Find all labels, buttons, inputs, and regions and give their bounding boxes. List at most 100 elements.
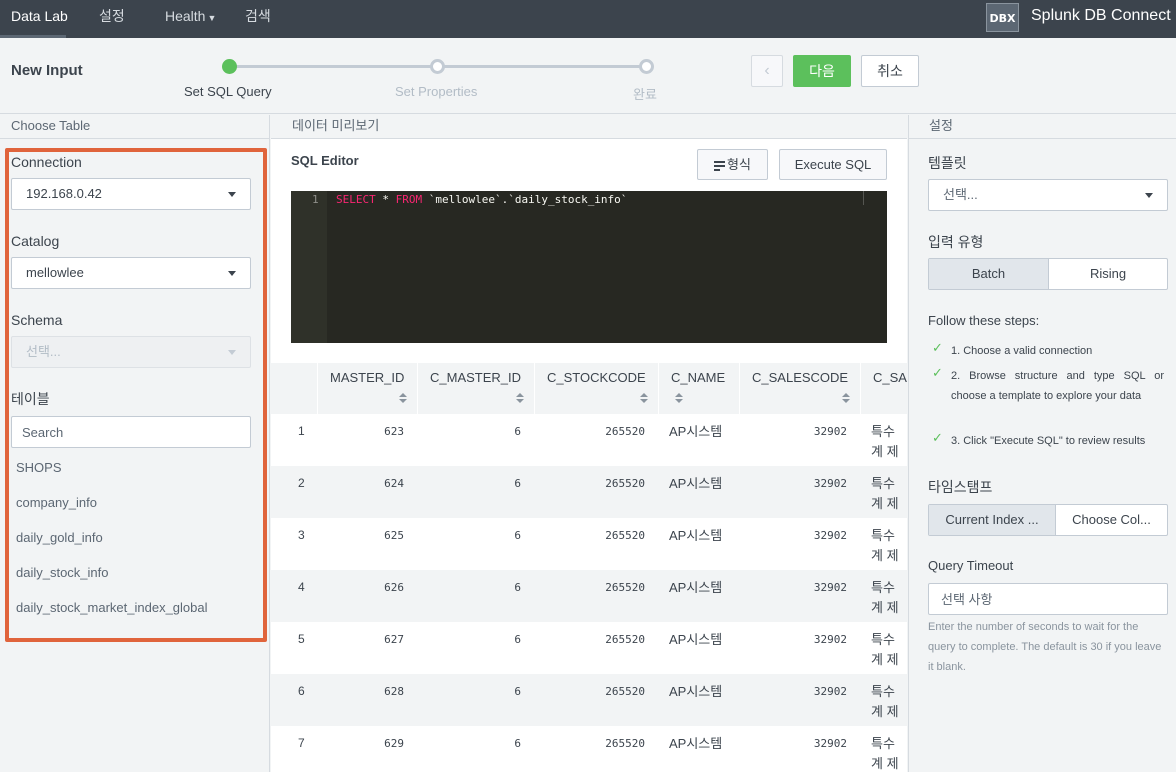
cell-name: AP시스템 bbox=[669, 528, 723, 543]
cell-sa-line: 특수 bbox=[871, 580, 895, 595]
step-connector bbox=[444, 65, 646, 68]
sql-code-editor[interactable]: 1 SELECT * FROM `mellowlee`.`daily_stock… bbox=[291, 191, 887, 343]
cell-c-master-id: 6 bbox=[514, 633, 521, 646]
column-header[interactable]: C_SA bbox=[860, 363, 907, 414]
table-row: 1 623 6 265520 AP시스템 32902 특수 계 제 bbox=[271, 414, 907, 466]
row-number: 4 bbox=[298, 580, 305, 594]
column-header-label: C_SA bbox=[873, 370, 907, 385]
caret-down-icon bbox=[228, 192, 236, 197]
rising-option[interactable]: Rising bbox=[1048, 259, 1167, 289]
cell-sa: 특수 계 제 bbox=[871, 578, 899, 618]
caret-down-icon bbox=[228, 271, 236, 276]
cell-sa-line: 특수 bbox=[871, 476, 895, 491]
cancel-button[interactable]: 취소 bbox=[861, 55, 919, 87]
execute-sql-button[interactable]: Execute SQL bbox=[779, 149, 887, 180]
nav-search[interactable]: 검색 bbox=[245, 0, 271, 38]
cell-salescode: 32902 bbox=[813, 633, 847, 646]
sql-editor-title: SQL Editor bbox=[291, 153, 359, 168]
cell-stockcode: 265520 bbox=[605, 685, 645, 698]
table-row: 6 628 6 265520 AP시스템 32902 특수 계 제 bbox=[271, 674, 907, 726]
next-button[interactable]: 다음 bbox=[793, 55, 851, 87]
format-button[interactable]: 형식 bbox=[697, 149, 768, 180]
cell-stockcode: 265520 bbox=[605, 529, 645, 542]
current-index-option[interactable]: Current Index ... bbox=[929, 505, 1055, 535]
cell-salescode: 32902 bbox=[813, 477, 847, 490]
row-number: 5 bbox=[298, 632, 305, 646]
schema-label: Schema bbox=[11, 312, 63, 328]
check-icon: ✓ bbox=[932, 365, 943, 380]
table-row: 7 629 6 265520 AP시스템 32902 특수 계 제 bbox=[271, 726, 907, 772]
nav-health[interactable]: Health ▼ bbox=[165, 0, 216, 38]
step-item: ✓ 3. Click "Execute SQL" to review resul… bbox=[932, 430, 1168, 451]
template-value: 선택... bbox=[943, 187, 978, 202]
sql-keyword: SELECT bbox=[336, 193, 376, 206]
step-text: 2. Browse structure and type SQL or choo… bbox=[951, 370, 1164, 402]
cell-stockcode: 265520 bbox=[605, 581, 645, 594]
table-row: 2 624 6 265520 AP시스템 32902 특수 계 제 bbox=[271, 466, 907, 518]
print-margin bbox=[863, 191, 864, 205]
column-header-label: C_NAME bbox=[671, 370, 726, 385]
table-search-input[interactable] bbox=[11, 416, 251, 448]
column-header[interactable]: C_SALESCODE bbox=[739, 363, 860, 414]
step-text: 1. Choose a valid connection bbox=[951, 345, 1093, 357]
cell-stockcode: 265520 bbox=[605, 633, 645, 646]
cell-sa-line: 특수 bbox=[871, 632, 895, 647]
cell-master-id: 626 bbox=[384, 581, 404, 594]
cell-sa: 특수 계 제 bbox=[871, 630, 899, 670]
table-item[interactable]: daily_stock_market_index_global bbox=[16, 600, 208, 615]
table-row: 5 627 6 265520 AP시스템 32902 특수 계 제 bbox=[271, 622, 907, 674]
query-timeout-label: Query Timeout bbox=[928, 558, 1014, 573]
cell-sa: 특수 계 제 bbox=[871, 474, 899, 514]
choose-column-option[interactable]: Choose Col... bbox=[1055, 505, 1167, 535]
settings-header: 설정 bbox=[908, 115, 1176, 139]
row-number-header bbox=[271, 363, 317, 414]
check-icon: ✓ bbox=[932, 430, 943, 445]
cell-c-master-id: 6 bbox=[514, 425, 521, 438]
cell-salescode: 32902 bbox=[813, 581, 847, 594]
timeout-help-text: Enter the number of seconds to wait for … bbox=[928, 621, 1162, 673]
catalog-select[interactable]: mellowlee bbox=[11, 257, 251, 289]
nav-data-lab[interactable]: Data Lab bbox=[11, 0, 68, 38]
cell-name: AP시스템 bbox=[669, 580, 723, 595]
data-preview-header: 데이터 미리보기 bbox=[271, 115, 907, 139]
step-dot bbox=[639, 59, 654, 74]
line-number: 1 bbox=[312, 193, 319, 206]
cell-c-master-id: 6 bbox=[514, 477, 521, 490]
table-item[interactable]: SHOPS bbox=[16, 460, 62, 475]
cell-stockcode: 265520 bbox=[605, 477, 645, 490]
nav-settings[interactable]: 설정 bbox=[99, 0, 125, 38]
template-select[interactable]: 선택... bbox=[928, 179, 1168, 211]
row-number: 6 bbox=[298, 684, 305, 698]
cell-master-id: 628 bbox=[384, 685, 404, 698]
caret-down-icon: ▼ bbox=[207, 13, 217, 23]
schema-select: 선택... bbox=[11, 336, 251, 368]
row-number: 3 bbox=[298, 528, 305, 542]
column-header[interactable]: MASTER_ID bbox=[317, 363, 417, 414]
step-text: 3. Click "Execute SQL" to review results bbox=[951, 435, 1146, 447]
wizard-header: New Input Set SQL Query Set Properties 완… bbox=[0, 38, 1176, 114]
table-item[interactable]: daily_gold_info bbox=[16, 530, 103, 545]
connection-select[interactable]: 192.168.0.42 bbox=[11, 178, 251, 210]
chevron-left-icon: ‹ bbox=[764, 62, 770, 79]
cell-stockcode: 265520 bbox=[605, 737, 645, 750]
template-label: 템플릿 bbox=[928, 155, 967, 171]
table-item[interactable]: company_info bbox=[16, 495, 97, 510]
format-icon bbox=[714, 161, 726, 172]
cell-sa: 특수 계 제 bbox=[871, 526, 899, 566]
sort-icon bbox=[399, 393, 407, 404]
batch-option[interactable]: Batch bbox=[929, 259, 1048, 289]
step-dot bbox=[430, 59, 445, 74]
query-timeout-input[interactable] bbox=[928, 583, 1168, 615]
sort-icon bbox=[675, 393, 683, 404]
column-header[interactable]: C_STOCKCODE bbox=[534, 363, 658, 414]
cell-name: AP시스템 bbox=[669, 424, 723, 439]
table-item[interactable]: daily_stock_info bbox=[16, 565, 109, 580]
prev-button[interactable]: ‹ bbox=[751, 55, 783, 87]
cell-sa-line: 특수 bbox=[871, 424, 895, 439]
cell-salescode: 32902 bbox=[813, 529, 847, 542]
column-header[interactable]: C_NAME bbox=[658, 363, 739, 414]
sql-keyword: FROM bbox=[395, 193, 423, 206]
nav-health-label: Health bbox=[165, 8, 206, 24]
column-header[interactable]: C_MASTER_ID bbox=[417, 363, 534, 414]
timestamp-label: 타임스탬프 bbox=[928, 479, 993, 495]
